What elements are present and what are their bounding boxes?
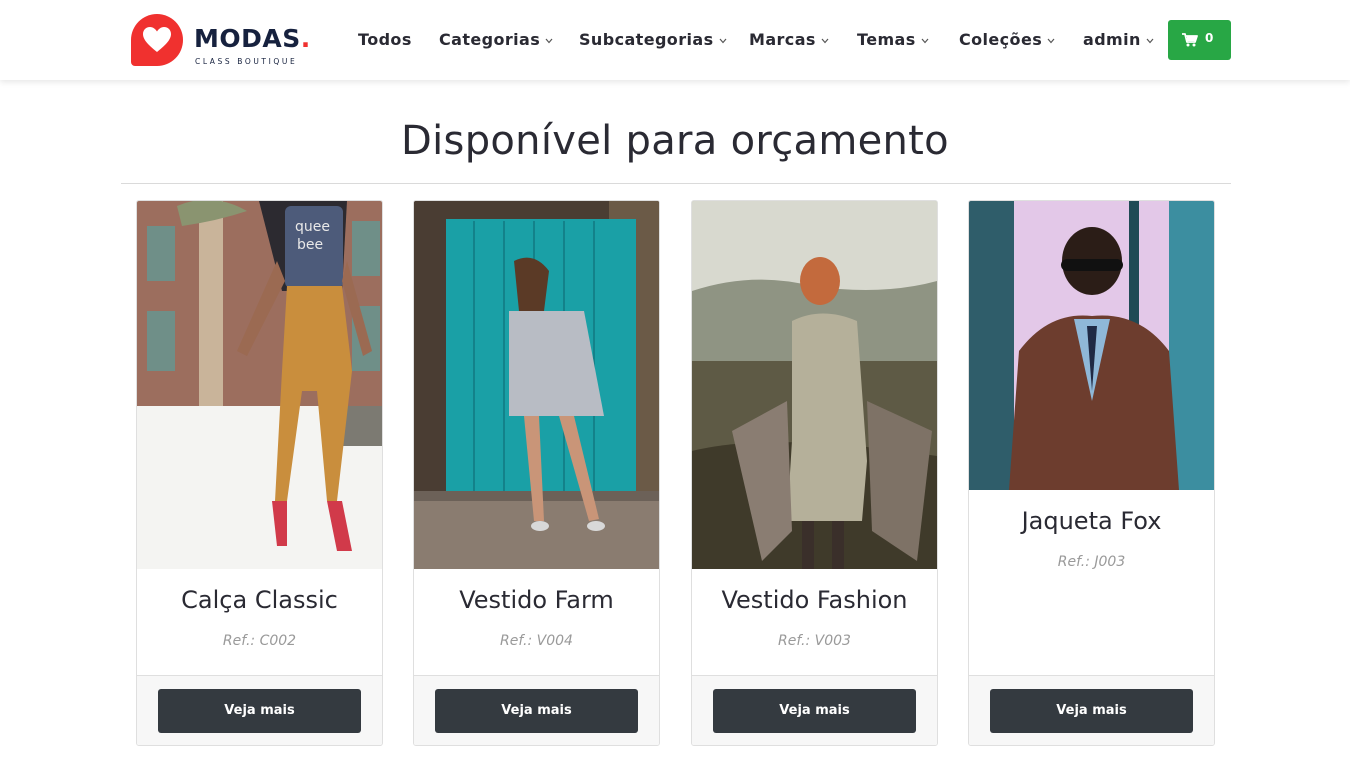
chevron-down-icon <box>545 28 553 50</box>
nav-label: admin <box>1083 30 1141 49</box>
see-more-button[interactable]: Veja mais <box>713 689 916 733</box>
see-more-button[interactable]: Veja mais <box>158 689 361 733</box>
product-card: Vestido Fashion Ref.: V003 Veja mais <box>691 200 938 746</box>
product-name[interactable]: Calça Classic <box>137 586 382 614</box>
card-footer: Veja mais <box>969 675 1214 745</box>
see-more-button[interactable]: Veja mais <box>990 689 1193 733</box>
product-ref: Ref.: C002 <box>222 633 297 649</box>
cart-count: 0 <box>1205 31 1214 45</box>
product-name[interactable]: Jaqueta Fox <box>969 507 1214 535</box>
product-ref: Ref.: V003 <box>778 633 851 649</box>
cart-icon <box>1182 33 1198 47</box>
svg-text:bee: bee <box>297 237 323 253</box>
card-footer: Veja mais <box>414 675 659 745</box>
product-ref: Ref.: J003 <box>1057 554 1126 570</box>
brand-name: MODAS. <box>194 24 311 53</box>
product-image[interactable] <box>692 201 937 569</box>
nav-label: Coleções <box>959 30 1043 49</box>
chevron-down-icon <box>719 28 727 50</box>
chevron-down-icon <box>821 28 829 50</box>
brand-dot: . <box>300 24 311 53</box>
product-ref: Ref.: V004 <box>500 633 573 649</box>
nav-label: Categorias <box>439 30 541 49</box>
product-image[interactable]: quee bee <box>137 201 382 569</box>
card-footer: Veja mais <box>137 675 382 745</box>
nav-item-categorias[interactable]: Categorias <box>439 29 553 51</box>
heart-logo-icon <box>131 14 183 66</box>
nav-item-colecoes[interactable]: Coleções <box>959 29 1055 51</box>
product-image[interactable] <box>969 201 1214 490</box>
nav-item-temas[interactable]: Temas <box>857 29 929 51</box>
chevron-down-icon <box>921 28 929 50</box>
product-name[interactable]: Vestido Fashion <box>692 586 937 614</box>
product-image[interactable] <box>414 201 659 569</box>
product-card: quee bee Calça Classic Ref.: C002 Veja m… <box>136 200 383 746</box>
brand-logo[interactable]: MODAS. CLASS BOUTIQUE <box>131 14 311 68</box>
chevron-down-icon <box>1146 28 1154 50</box>
nav-label: Todos <box>358 30 412 49</box>
page-title: Disponível para orçamento <box>401 118 949 164</box>
brand-tagline: CLASS BOUTIQUE <box>195 57 298 66</box>
nav-item-marcas[interactable]: Marcas <box>749 29 829 51</box>
nav-label: Marcas <box>749 30 816 49</box>
site-header: MODAS. CLASS BOUTIQUE Todos Categorias S… <box>0 0 1350 80</box>
product-card: Vestido Farm Ref.: V004 Veja mais <box>413 200 660 746</box>
nav-item-admin[interactable]: admin <box>1083 29 1154 51</box>
product-card: Jaqueta Fox Ref.: J003 Veja mais <box>968 200 1215 746</box>
card-footer: Veja mais <box>692 675 937 745</box>
cart-button[interactable]: 0 <box>1168 20 1231 60</box>
nav-item-todos[interactable]: Todos <box>358 29 412 51</box>
title-divider <box>121 183 1231 184</box>
svg-text:quee: quee <box>295 219 330 235</box>
see-more-button[interactable]: Veja mais <box>435 689 638 733</box>
nav-item-subcategorias[interactable]: Subcategorias <box>579 29 727 51</box>
chevron-down-icon <box>1047 28 1055 50</box>
product-name[interactable]: Vestido Farm <box>414 586 659 614</box>
nav-label: Temas <box>857 30 916 49</box>
nav-label: Subcategorias <box>579 30 714 49</box>
